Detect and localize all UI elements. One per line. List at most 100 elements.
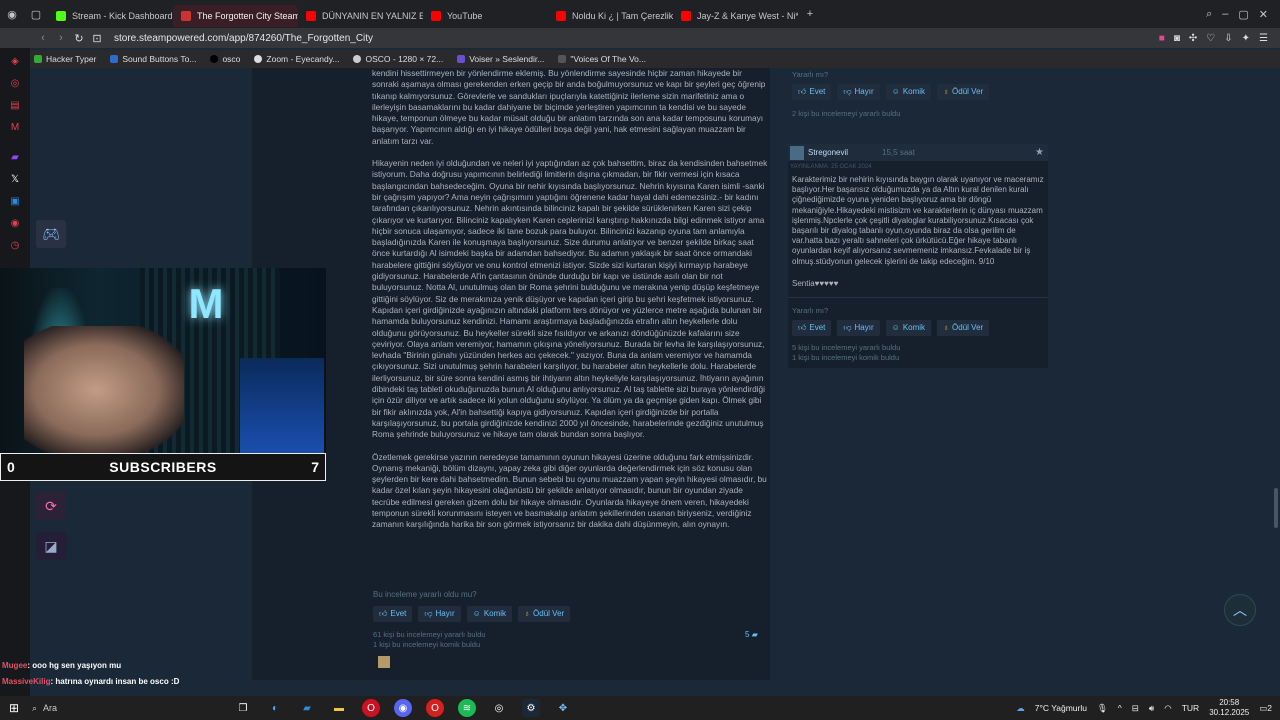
scroll-to-top-button[interactable]: ︿ — [1224, 594, 1256, 626]
bookmark-zoom[interactable]: Zoom - Eyecandy... — [254, 54, 339, 64]
sidebar-app-icon[interactable]: ▣ — [0, 190, 30, 212]
bookmark-sound-buttons[interactable]: Sound Buttons To... — [110, 54, 196, 64]
reload-icon[interactable]: ↻ — [70, 32, 88, 45]
tab-youtube-4[interactable]: Jay-Z & Kanye West - Ni** — [673, 5, 798, 27]
tab-kick[interactable]: Stream - Kick Dashboard — [48, 5, 173, 27]
vote-yes-button[interactable]: 👍︎ Evet — [373, 606, 413, 622]
maximize-icon[interactable]: ▢ — [1238, 8, 1248, 21]
taskbar-search[interactable]: ⌕ Ara — [28, 698, 218, 718]
wifi-icon[interactable]: ◠ — [1164, 703, 1171, 714]
spotify-icon[interactable]: ≋ — [458, 699, 476, 717]
side-review-signature: Sentia♥♥♥♥♥ — [792, 278, 839, 288]
weather-text[interactable]: 7°C Yağmurlu — [1035, 703, 1087, 713]
tab-youtube-2[interactable]: YouTube — [423, 5, 548, 27]
bookmark-icon[interactable]: ♡ — [1206, 33, 1215, 44]
bookmark-label: Sound Buttons To... — [122, 54, 197, 64]
thumbs-down-icon: 👎︎ — [843, 87, 852, 96]
divider — [788, 297, 1048, 299]
vote-no-button[interactable]: 👎︎ Hayır — [418, 606, 461, 622]
comment-icon: ▰ — [751, 630, 758, 639]
vote-label: Hayır — [854, 323, 874, 333]
opera-gx-icon[interactable]: O — [362, 699, 380, 717]
reviewer-avatar[interactable] — [378, 656, 390, 668]
app-icon[interactable]: ✥ — [554, 699, 572, 717]
network-icon[interactable]: ⊟ — [1132, 703, 1139, 714]
file-explorer-icon[interactable]: ▬ — [330, 699, 348, 717]
side-review-previous: Yararlı mı? 👍︎ Evet 👎︎ Hayır ☺ Komik ♁ Ödül … — [788, 68, 1048, 125]
vote-funny-button[interactable]: ☺ Komik — [885, 320, 932, 337]
vote-funny-button[interactable]: ☺ Komik — [466, 606, 513, 622]
bookmark-voices[interactable]: "Voices Of The Vo... — [558, 54, 646, 64]
vote-no-button[interactable]: 👎︎ Hayır — [837, 84, 880, 100]
sidebar-messenger-icon[interactable]: ◎ — [0, 72, 30, 94]
sidebar-gmail-icon[interactable]: M — [0, 116, 30, 138]
sidebar-history-icon[interactable]: ◷ — [0, 234, 30, 256]
bookmark-osco-1280[interactable]: OSCO - 1280 × 72... — [353, 54, 443, 64]
download-icon[interactable]: ⇩ — [1224, 33, 1232, 44]
extension-icon[interactable]: ■ — [1159, 33, 1165, 44]
puzzle-icon[interactable]: ✣ — [1189, 33, 1197, 44]
chevron-up-icon[interactable]: ^ — [1118, 703, 1122, 713]
sidebar-twitch-icon[interactable]: ▰ — [0, 146, 30, 168]
page-scrollbar[interactable] — [1274, 488, 1278, 528]
ai-icon[interactable]: ✦ — [1242, 33, 1250, 44]
helpful-question: Bu inceleme yararlı oldu mu? — [373, 590, 477, 599]
bookmark-osco[interactable]: osco — [210, 54, 240, 64]
forward-icon[interactable]: › — [52, 32, 70, 44]
menu-icon[interactable]: ☰ — [1259, 33, 1268, 44]
tab-youtube-3[interactable]: Noldu Ki ¿ | Tam Çerezlik — [548, 5, 673, 27]
minimize-icon[interactable]: – — [1222, 8, 1228, 21]
reviewer-avatar[interactable] — [790, 145, 804, 160]
steam-icon[interactable]: ⚙ — [522, 699, 540, 717]
windows-start-icon[interactable]: ⊞ — [0, 701, 28, 715]
opera-icon[interactable]: O — [426, 699, 444, 717]
thumbs-down-icon: 👎︎ — [843, 323, 852, 333]
edge-icon[interactable]: ◐ — [266, 699, 284, 717]
tab-forgotten-city[interactable]: The Forgotten City Steam — [173, 5, 298, 27]
obs-icon[interactable]: ◎ — [490, 699, 508, 717]
tab-label: Stream - Kick Dashboard — [72, 11, 173, 21]
sidebar-chat-icon[interactable]: ▤ — [0, 94, 30, 116]
close-icon[interactable]: ✕ — [1259, 8, 1268, 21]
bookmark-hacker-typer[interactable]: Hacker Typer — [34, 54, 96, 64]
sidebar-aria-icon[interactable]: ◈ — [0, 50, 30, 72]
search-icon[interactable]: ⌕ — [1206, 8, 1212, 21]
thumbs-up-icon: 👍︎ — [379, 609, 388, 618]
award-button[interactable]: ♁ Ödül Ver — [518, 606, 571, 622]
url-field[interactable]: store.steampowered.com/app/874260/The_Fo… — [114, 33, 373, 44]
award-button[interactable]: ♁ Ödül Ver — [937, 84, 990, 100]
bookmark-label: Voiser » Seslendir... — [469, 54, 545, 64]
app-icon[interactable]: ▰ — [298, 699, 316, 717]
tab-label: The Forgotten City Steam — [197, 11, 298, 21]
tab-youtube-1[interactable]: DÜNYANIN EN YALNIZ EV — [298, 5, 423, 27]
tab-overview-icon[interactable]: ▢ — [24, 0, 48, 28]
side-review-header: Stregonevil 15,5 saat ★ — [788, 144, 1048, 161]
reviewer-name[interactable]: Stregonevil — [808, 148, 848, 157]
bookmark-voiser[interactable]: Voiser » Seslendir... — [457, 54, 544, 64]
chat-text: : hatrına oynardı insan be osco :D — [50, 677, 180, 686]
steam-icon — [181, 11, 191, 21]
vote-yes-button[interactable]: 👍︎ Evet — [792, 84, 832, 100]
notification-count: 2 — [1267, 702, 1272, 713]
vote-funny-button[interactable]: ☺ Komik — [885, 84, 932, 100]
back-icon[interactable]: ‹ — [34, 32, 52, 44]
clock[interactable]: 20:58 30.12.2025 — [1209, 698, 1249, 718]
vote-no-button[interactable]: 👎︎ Hayır — [837, 320, 880, 337]
award-button[interactable]: ♁ Ödül Ver — [937, 320, 990, 337]
new-tab-button[interactable]: + — [798, 0, 822, 28]
volume-icon[interactable]: 🔊︎ — [1149, 703, 1154, 714]
language-indicator[interactable]: TUR — [1182, 703, 1199, 713]
browser-menu-icon[interactable]: ◉ — [0, 0, 24, 28]
browser-tab-bar: ◉ ▢ Stream - Kick Dashboard The Forgotte… — [0, 0, 1280, 28]
tab-label: Jay-Z & Kanye West - Ni** — [697, 11, 798, 21]
discord-icon[interactable]: ◉ — [394, 699, 412, 717]
notification-icon[interactable]: ▭2 — [1259, 703, 1272, 714]
task-view-icon[interactable]: ❐ — [234, 699, 252, 717]
comment-count[interactable]: 5 ▰ — [745, 630, 758, 639]
camera-icon[interactable]: ◙ — [1174, 33, 1180, 44]
bookmark-icon — [110, 55, 119, 63]
sidebar-player-icon[interactable]: ◉ — [0, 212, 30, 234]
sidebar-x-icon[interactable]: 𝕏 — [0, 168, 30, 190]
vote-yes-button[interactable]: 👍︎ Evet — [792, 320, 832, 337]
microphone-icon[interactable]: 🎙︎ — [1097, 703, 1108, 714]
